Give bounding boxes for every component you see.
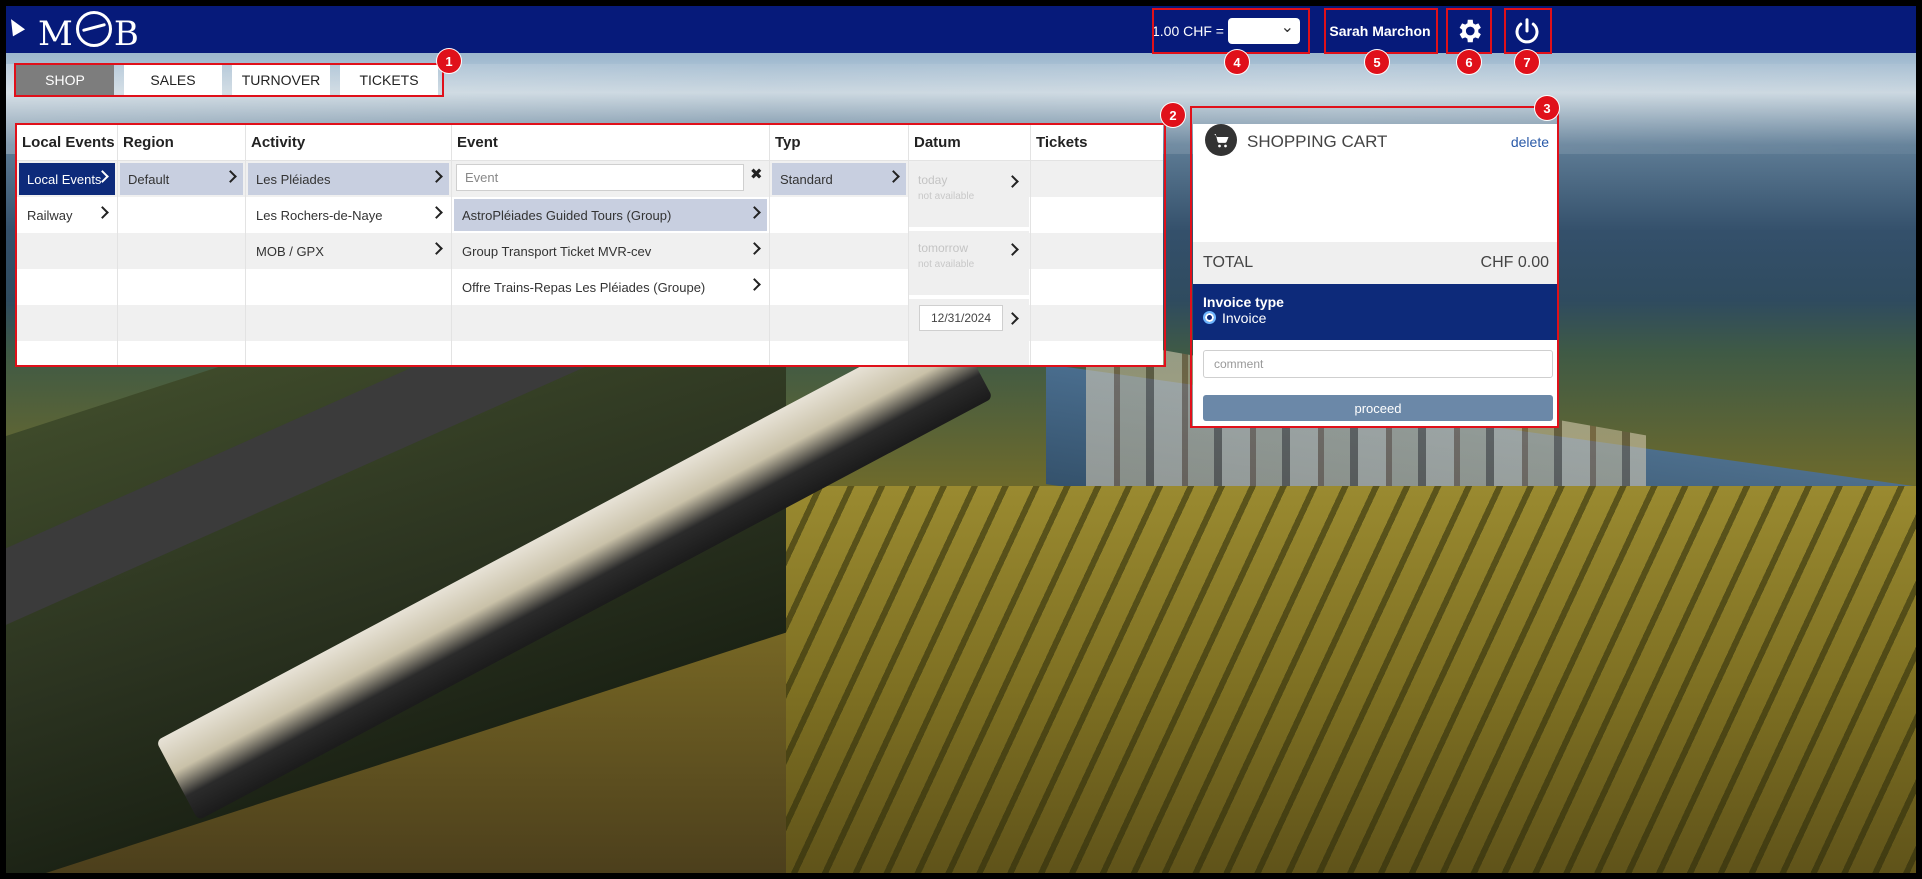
power-icon (1515, 18, 1539, 44)
column-datum: Datum today not available tomorrow not a… (909, 125, 1031, 365)
background-vineyard (786, 486, 1916, 873)
list-item-local-events[interactable]: Local Events (19, 163, 115, 195)
annotation-marker: 6 (1457, 50, 1481, 74)
tab-shop[interactable]: SHOP (16, 65, 114, 95)
list-item-label: Les Rochers-de-Naye (256, 207, 383, 223)
list-item-label: AstroPléiades Guided Tours (Group) (462, 207, 672, 223)
mob-logo[interactable]: MB (38, 11, 140, 54)
column-header-tickets: Tickets (1031, 125, 1163, 161)
annotation-marker: 3 (1535, 96, 1559, 120)
invoice-radio-option[interactable]: Invoice (1203, 310, 1549, 326)
invoice-type-section: Invoice type Invoice (1193, 284, 1559, 340)
main-tabs: SHOP SALES TURNOVER TICKETS (16, 65, 438, 95)
chevron-right-icon (748, 278, 761, 291)
cart-total: TOTAL CHF 0.00 (1193, 242, 1559, 284)
annotation-marker: 4 (1225, 50, 1249, 74)
invoice-type-label: Invoice type (1203, 294, 1284, 310)
radio-icon[interactable] (1203, 311, 1216, 324)
date-option-tomorrow[interactable]: tomorrow not available (909, 231, 1029, 295)
column-header-activity: Activity (246, 125, 451, 161)
exchange-rate: 1.00 CHF = (1152, 10, 1306, 52)
event-search-input[interactable]: Event (456, 164, 744, 191)
tab-turnover[interactable]: TURNOVER (232, 65, 330, 95)
shopping-cart-panel: SHOPPING CART delete TOTAL CHF 0.00 Invo… (1193, 124, 1559, 426)
list-item-label: Les Pléiades (256, 171, 331, 187)
list-item-activity[interactable]: Les Rochers-de-Naye (248, 199, 449, 231)
list-item-label: Default (128, 171, 170, 187)
product-selection-table: Local Events Local Events Railway Region… (17, 125, 1163, 365)
list-item-label: Offre Trains-Repas Les Pléiades (Groupe) (462, 279, 706, 295)
date-option-label: tomorrow (918, 241, 969, 255)
currency-select[interactable] (1227, 17, 1300, 44)
chevron-right-icon (430, 206, 443, 219)
invoice-option-label: Invoice (1222, 310, 1267, 326)
chevron-right-icon (748, 242, 761, 255)
column-header-typ: Typ (770, 125, 908, 161)
list-item-label: Standard (780, 171, 833, 187)
list-item-label: Group Transport Ticket MVR-cev (462, 243, 652, 259)
cart-delete-link[interactable]: delete (1511, 134, 1549, 150)
user-name[interactable]: Sarah Marchon (1324, 10, 1436, 52)
annotation-marker: 2 (1161, 103, 1185, 127)
column-activity: Activity Les Pléiades Les Rochers-de-Nay… (246, 125, 452, 365)
cart-header: SHOPPING CART delete (1193, 124, 1559, 160)
chevron-right-icon (430, 170, 443, 183)
gear-icon (1459, 19, 1481, 43)
chevron-right-icon (430, 242, 443, 255)
app-window: MB 1.00 CHF = Sarah Marchon SHOP SALES T… (6, 6, 1916, 873)
annotation-marker: 5 (1365, 50, 1389, 74)
list-item-type-standard[interactable]: Standard (772, 163, 906, 195)
mouse-cursor-icon (6, 15, 26, 37)
date-input[interactable]: 12/31/2024 (919, 305, 1003, 331)
list-item-activity[interactable]: MOB / GPX (248, 235, 449, 267)
chevron-right-icon[interactable] (1006, 312, 1019, 325)
cart-items (1193, 160, 1559, 242)
list-item-region-default[interactable]: Default (120, 163, 243, 195)
annotation-marker: 7 (1515, 50, 1539, 74)
column-tickets: Tickets (1031, 125, 1163, 365)
shopping-cart-icon (1205, 124, 1237, 156)
cart-total-label: TOTAL (1203, 254, 1254, 271)
column-header-region: Region (118, 125, 245, 161)
list-item-label: MOB / GPX (256, 243, 324, 259)
date-option-today[interactable]: today not available (909, 163, 1029, 227)
list-item-event[interactable]: Offre Trains-Repas Les Pléiades (Groupe) (454, 271, 767, 303)
list-item-label: Railway (27, 207, 73, 223)
chevron-right-icon (748, 206, 761, 219)
date-option-custom: 12/31/2024 (909, 299, 1029, 365)
column-region: Region Default (118, 125, 246, 365)
column-header-local-events: Local Events (17, 125, 117, 161)
column-header-datum: Datum (909, 125, 1030, 161)
list-item-event[interactable]: Group Transport Ticket MVR-cev (454, 235, 767, 267)
list-item-railway[interactable]: Railway (19, 199, 115, 231)
column-header-event: Event (452, 125, 769, 161)
list-item-label: Local Events (27, 171, 102, 187)
chevron-right-icon (1006, 175, 1019, 188)
comment-field[interactable]: comment (1203, 350, 1553, 378)
annotation-marker: 1 (437, 49, 461, 73)
chevron-right-icon (96, 206, 109, 219)
list-item-event[interactable]: AstroPléiades Guided Tours (Group) (454, 199, 767, 231)
date-availability: not available (918, 259, 975, 270)
date-option-label: today (918, 173, 948, 187)
cart-total-value: CHF 0.00 (1480, 254, 1549, 271)
clear-icon[interactable]: ✖ (750, 165, 763, 183)
chevron-right-icon (224, 170, 237, 183)
list-item-activity[interactable]: Les Pléiades (248, 163, 449, 195)
exchange-rate-label: 1.00 CHF = (1152, 23, 1224, 39)
column-event: Event Event ✖ AstroPléiades Guided Tours… (452, 125, 770, 365)
column-typ: Typ Standard (770, 125, 909, 365)
chevron-right-icon (1006, 243, 1019, 256)
settings-button[interactable] (1448, 10, 1490, 52)
column-local-events: Local Events Local Events Railway (17, 125, 118, 365)
tab-sales[interactable]: SALES (124, 65, 222, 95)
date-availability: not available (918, 191, 975, 202)
logout-button[interactable] (1506, 10, 1548, 52)
tab-tickets[interactable]: TICKETS (340, 65, 438, 95)
chevron-right-icon (887, 170, 900, 183)
cart-title: SHOPPING CART (1247, 132, 1388, 151)
proceed-button[interactable]: proceed (1203, 395, 1553, 421)
top-header: MB 1.00 CHF = Sarah Marchon (6, 6, 1916, 54)
